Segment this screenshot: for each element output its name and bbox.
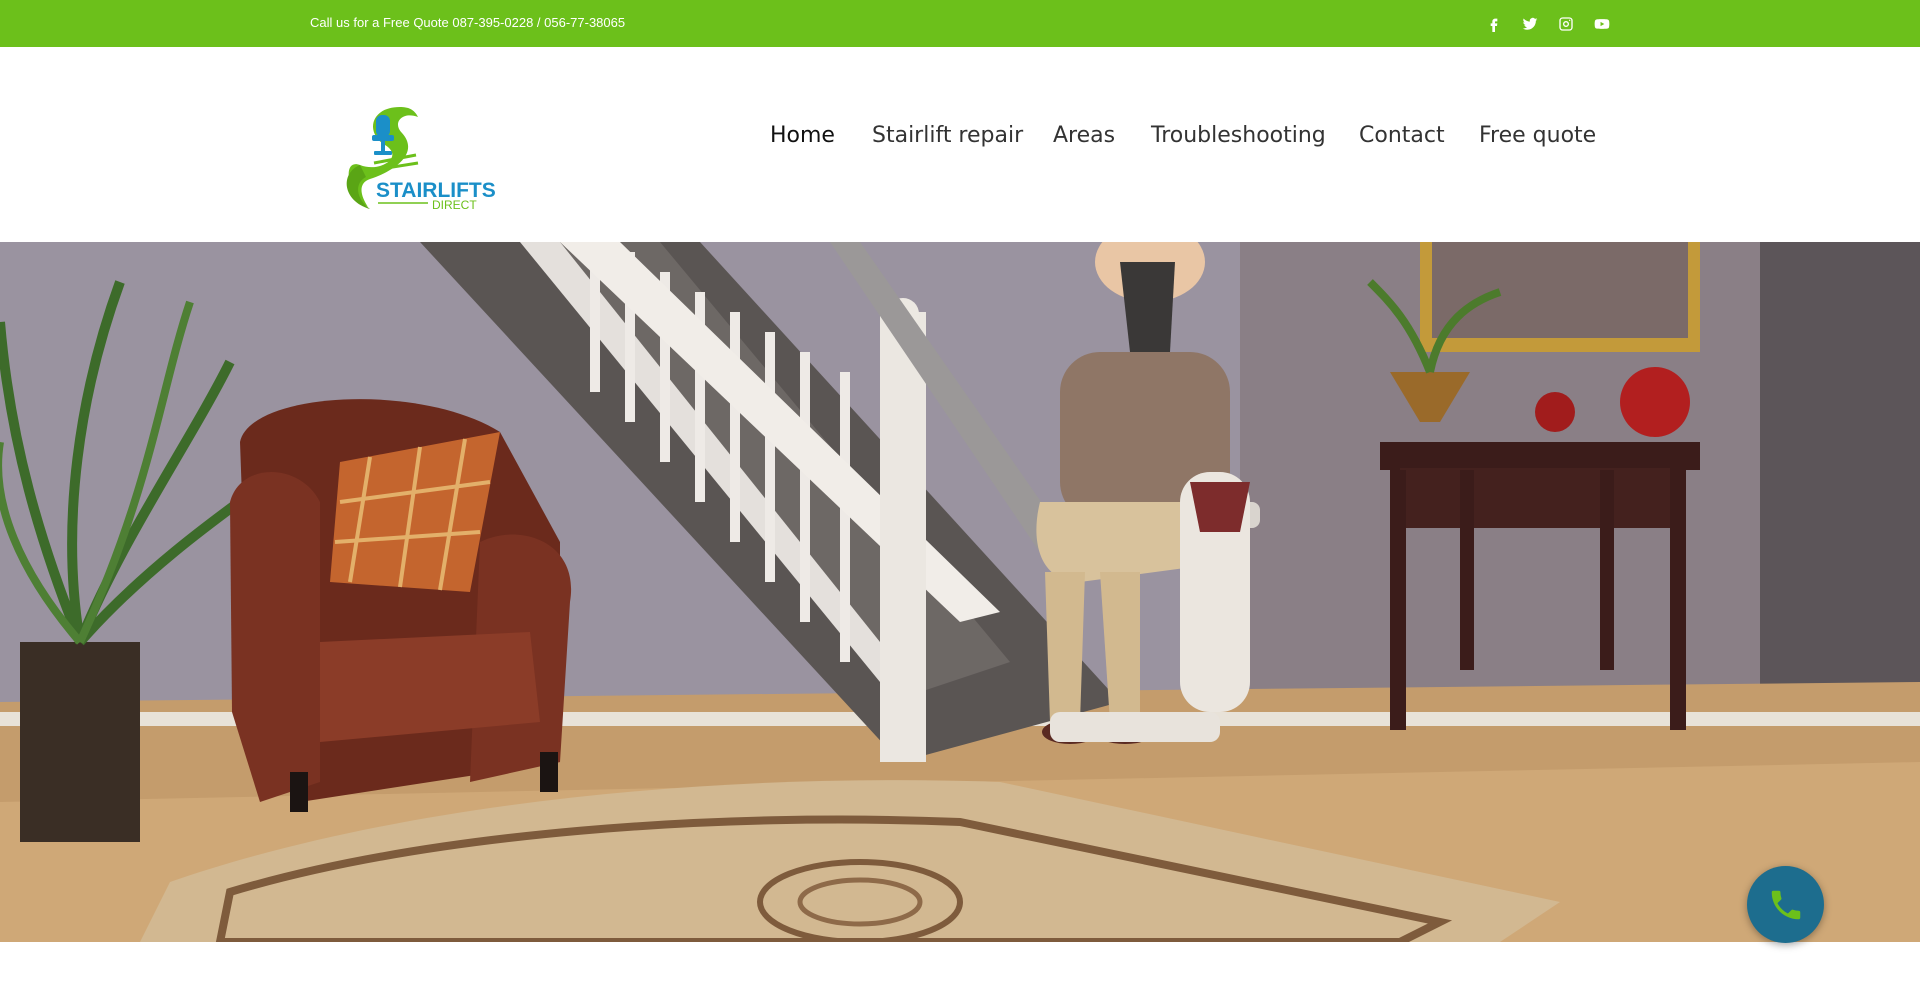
- nav-item-free-quote[interactable]: Free quote: [1479, 123, 1596, 148]
- youtube-icon[interactable]: [1592, 14, 1612, 34]
- call-now-button[interactable]: [1747, 866, 1824, 943]
- site-header: STAIRLIFTS DIRECT Home Stairlift repair …: [0, 47, 1920, 242]
- facebook-icon[interactable]: [1484, 14, 1504, 34]
- hero-image: [0, 242, 1920, 942]
- nav-item-troubleshooting[interactable]: Troubleshooting: [1151, 123, 1326, 148]
- nav-item-contact[interactable]: Contact: [1359, 123, 1445, 148]
- twitter-icon[interactable]: [1520, 14, 1540, 34]
- nav-item-home[interactable]: Home: [770, 123, 835, 148]
- top-bar: Call us for a Free Quote 087-395-0228 / …: [0, 0, 1920, 47]
- stairlifts-direct-logo[interactable]: STAIRLIFTS DIRECT: [340, 103, 496, 215]
- phone-icon: [1771, 890, 1800, 919]
- nav-item-stairlift-repair[interactable]: Stairlift repair: [872, 123, 1023, 148]
- nav-item-areas[interactable]: Areas: [1053, 123, 1115, 148]
- instagram-icon[interactable]: [1556, 14, 1576, 34]
- logo-wordmark-line2: DIRECT: [432, 198, 477, 212]
- free-quote-phone-text: Call us for a Free Quote 087-395-0228 / …: [310, 15, 626, 30]
